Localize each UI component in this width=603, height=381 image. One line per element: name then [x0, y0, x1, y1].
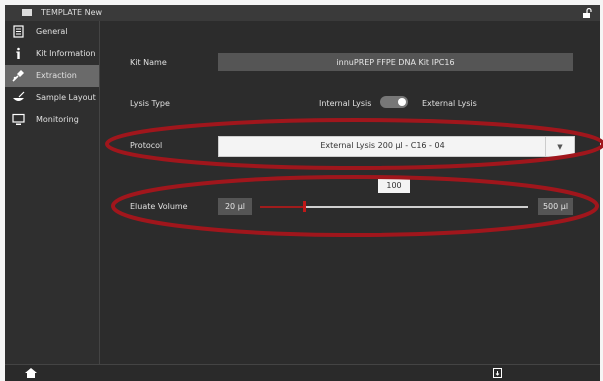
sidebar-item-label: Sample Layout [36, 93, 96, 102]
sidebar-item-label: General [36, 27, 68, 36]
sidebar-item-label: Extraction [36, 71, 77, 80]
eluate-volume-label: Eluate Volume [130, 202, 188, 211]
kit-name-label: Kit Name [130, 58, 167, 67]
lysis-type-toggle[interactable] [380, 96, 408, 108]
app-window: TEMPLATE New General Kit Information Ext… [0, 0, 603, 381]
sidebar-item-label: Kit Information [36, 49, 96, 58]
protocol-label: Protocol [130, 141, 163, 150]
sidebar-item-monitoring[interactable]: Monitoring [5, 109, 99, 131]
internal-lysis-option[interactable]: Internal Lysis [319, 99, 371, 108]
info-icon [16, 47, 20, 59]
slider-thumb[interactable] [303, 201, 306, 212]
sidebar-item-extraction[interactable]: Extraction [5, 65, 99, 87]
bottom-bar [5, 364, 600, 381]
pipette-icon [12, 70, 24, 82]
document-icon [13, 25, 24, 38]
external-lysis-option[interactable]: External Lysis [422, 99, 477, 108]
protocol-selected-value: External Lysis 200 µl - C16 - 04 [320, 141, 445, 150]
extraction-panel: Kit Name innuPREP FFPE DNA Kit IPC16 Lys… [100, 21, 600, 364]
sidebar-item-sample-layout[interactable]: Sample Layout [5, 87, 99, 109]
toggle-knob [398, 98, 406, 106]
home-icon[interactable] [25, 368, 37, 378]
monitor-icon [12, 113, 25, 125]
protocol-dropdown[interactable]: External Lysis 200 µl - C16 - 04 ▼ [218, 136, 575, 157]
kit-name-field[interactable]: innuPREP FFPE DNA Kit IPC16 [218, 53, 573, 71]
title-bar: TEMPLATE New [5, 5, 600, 21]
sidebar-item-label: Monitoring [36, 115, 79, 124]
eluate-volume-max: 500 µl [538, 198, 573, 215]
exit-icon[interactable] [493, 368, 502, 378]
monitor-icon [22, 9, 32, 16]
lysis-type-label: Lysis Type [130, 99, 170, 108]
lock-icon[interactable] [582, 8, 592, 18]
sidebar: General Kit Information Extraction Sampl… [5, 21, 100, 364]
sidebar-item-general[interactable]: General [5, 21, 99, 43]
slider-fill [260, 206, 305, 208]
window-title: TEMPLATE New [41, 8, 103, 17]
eluate-volume-value: 100 [378, 177, 410, 193]
chevron-down-icon[interactable]: ▼ [545, 137, 574, 156]
eluate-volume-min: 20 µl [218, 198, 252, 215]
bowl-icon [13, 91, 25, 101]
sidebar-item-kit-information[interactable]: Kit Information [5, 43, 99, 65]
